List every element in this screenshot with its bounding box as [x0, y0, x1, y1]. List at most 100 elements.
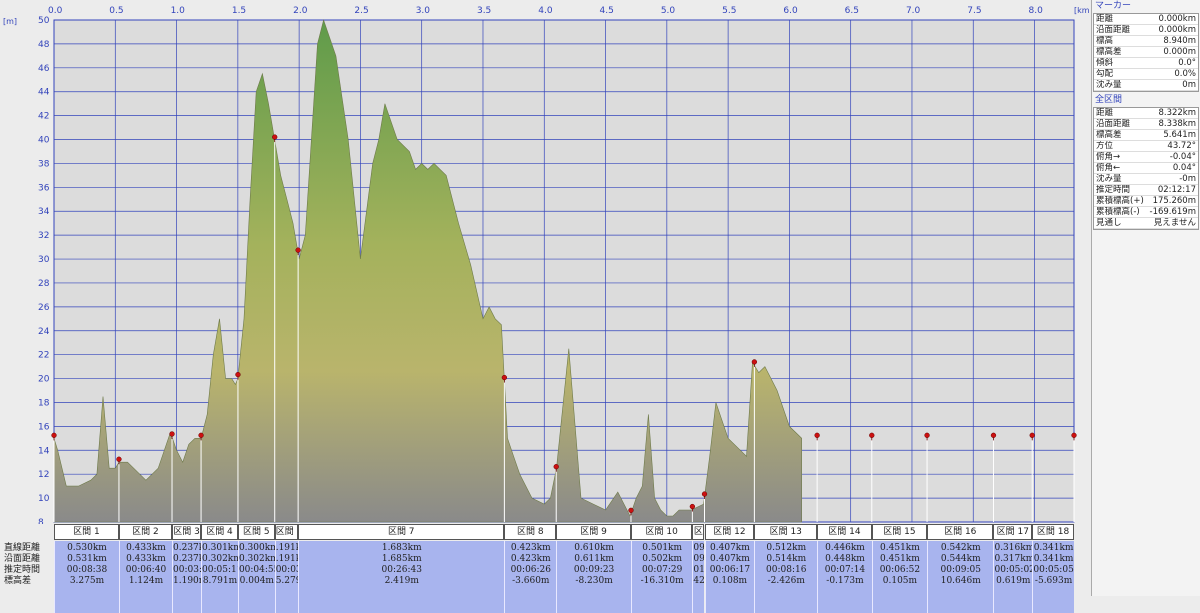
segment-surf-value: 0.302km	[202, 554, 238, 564]
waypoint-marker-icon	[51, 432, 57, 438]
row-label-elevation: 標高差	[4, 576, 32, 586]
panel-row-label: 標高差	[1096, 47, 1122, 57]
segment-header[interactable]: 区間 14	[817, 524, 872, 540]
panel-row: 距離 8.322km	[1094, 108, 1198, 119]
segment-header[interactable]: 区間 6	[274, 524, 299, 540]
segment-elev-value: 427	[693, 576, 705, 586]
panel-row-label: 距離	[1096, 14, 1114, 24]
x-tick-label: 7.5	[967, 6, 981, 16]
y-tick-label: 28	[38, 279, 50, 289]
segment-dist-value: 1.683km	[381, 543, 422, 553]
segment-header[interactable]: 区間 12	[704, 524, 755, 540]
segment-header[interactable]: 区間 4	[201, 524, 238, 540]
segment-stats[interactable]: 0.423km 0.423km 00:06:26 -3.660m	[504, 541, 557, 613]
segment-stats[interactable]: 0.530km 0.531km 00:08:38 3.275m	[54, 541, 119, 613]
segment-surf-value: 0.448km	[825, 554, 865, 564]
panel-row-label: 方位	[1096, 141, 1114, 151]
segment-time-value: 00:26:43	[381, 565, 422, 575]
segment-stats[interactable]: 0.433km 0.433km 00:06:40 1.124m	[118, 541, 172, 613]
segment-header[interactable]: 区間 18	[1032, 524, 1074, 540]
segment-header[interactable]: 区間 5	[237, 524, 275, 540]
waypoint-marker-icon	[1071, 432, 1077, 438]
segment-header[interactable]: 区間 1	[54, 524, 119, 540]
panel-row-label: 累積標高(-)	[1096, 207, 1140, 217]
elevation-profile-chart[interactable]: 8 10 12 14 16 18 20 22 24 26 28 30 32 34 36 38 40 42 44 46 4…	[0, 0, 1090, 613]
panel-row: 距離 0.000km	[1094, 14, 1198, 25]
y-tick-label: 36	[38, 183, 50, 193]
segment-stats[interactable]: 0.407km 0.407km 00:06:17 0.108m	[704, 541, 755, 613]
segment-stats[interactable]: 0.237km0.237km00:03:431.190m	[172, 541, 202, 613]
segment-header[interactable]: 区間 3	[172, 524, 202, 540]
waypoint-marker-icon	[869, 432, 875, 438]
segment-surf-value: 0.433km	[126, 554, 166, 564]
segment-elev-value: 3.275m	[69, 576, 105, 586]
panel-row: 勾配 0.0%	[1094, 69, 1198, 80]
segment-stats[interactable]: 0.446km 0.448km 00:07:14 -0.173m	[817, 541, 872, 613]
panel-row-value: 見えません	[1153, 218, 1196, 228]
waypoint-marker-icon	[553, 464, 559, 470]
y-tick-label: 14	[38, 446, 50, 456]
segment-header[interactable]: 区間 2	[118, 524, 172, 540]
y-tick-label: 50	[38, 16, 50, 26]
panel-row-label: 沈み量	[1096, 174, 1122, 184]
segment-header[interactable]: 区間 9	[556, 524, 631, 540]
segment-stats[interactable]: 0.542km 0.544km 00:09:05 10.646m	[927, 541, 994, 613]
panel-row: 沈み量 0m	[1094, 80, 1198, 91]
segment-stats[interactable]: 0.316km 0.317km 00:05:02 0.619m	[993, 541, 1033, 613]
segment-surf-value: 0.451km	[880, 554, 920, 564]
marker-panel-title: マーカー	[1092, 0, 1200, 13]
segment-stats[interactable]: .191km.191km00:03:35.279m	[274, 541, 299, 613]
profile-plot[interactable]: 8101214161820222426283032343638404244464…	[0, 0, 1090, 524]
segment-stats[interactable]: 1.683km 1.685km 00:26:43 2.419m	[298, 541, 505, 613]
segment-surf-value: 0.302km	[238, 554, 275, 564]
segment-dist-value: .191km	[275, 543, 298, 553]
waypoint-marker-icon	[689, 503, 696, 510]
segment-header[interactable]: 区間 13	[754, 524, 818, 540]
segment-elev-value: 5.279m	[275, 576, 298, 586]
waypoint-marker-icon	[751, 359, 758, 365]
segment-elev-value: -5.693m	[1034, 576, 1073, 586]
panel-row-label: 標高差	[1096, 130, 1122, 140]
segment-header[interactable]: 区間 8	[504, 524, 557, 540]
segment-elev-value: 0.108m	[712, 576, 748, 586]
y-tick-label: 24	[38, 327, 50, 337]
waypoint-marker-icon	[169, 431, 175, 437]
segment-stats[interactable]: 0.501km 0.502km 00:07:29 -16.310m	[630, 541, 693, 613]
waypoint-marker-icon	[116, 456, 122, 462]
segment-stats[interactable]: 0.512km 0.514km 00:08:16 -2.426m	[754, 541, 818, 613]
waypoint-marker-icon	[990, 432, 997, 438]
panel-row-label: 傾斜	[1096, 58, 1114, 68]
panel-row-value: 175.260m	[1152, 196, 1196, 206]
segment-header[interactable]: 区間 17	[993, 524, 1033, 540]
segment-time-value: 00:03:3	[275, 565, 298, 575]
segment-time-value: 00:05:11	[202, 565, 238, 575]
segment-surf-value: 0.341km	[1033, 554, 1074, 564]
segment-time-value: 00:08:16	[766, 565, 807, 575]
waypoint-marker-icon	[235, 371, 241, 378]
panel-row: 沈み量 -0m	[1094, 174, 1198, 185]
segment-stats[interactable]: 0.301km0.302km00:05:118.791m	[201, 541, 238, 613]
waypoint-marker-icon	[924, 432, 930, 438]
segment-stats[interactable]: 0.610km 0.611km 00:09:23 -8.230m	[556, 541, 631, 613]
panel-row-label: 俯角→	[1096, 152, 1121, 162]
panel-row: 沿面距離 8.338km	[1094, 119, 1198, 130]
segment-elev-value: 1.190m	[173, 576, 201, 586]
segment-header[interactable]: 区間 10	[630, 524, 693, 540]
x-tick-label: 2.0	[293, 6, 308, 16]
panel-row-value: 0m	[1182, 80, 1196, 90]
segment-stats[interactable]: 0.300km0.302km00:04:550.004m	[237, 541, 275, 613]
segment-stats[interactable]: 09909901:427	[692, 541, 705, 613]
segment-elev-value: 0.619m	[996, 576, 1031, 586]
segment-time-value: 00:05:05	[1033, 565, 1074, 575]
segment-header[interactable]: 区	[692, 524, 705, 540]
segment-stats[interactable]: 0.451km 0.451km 00:06:52 0.105m	[871, 541, 928, 613]
segment-header[interactable]: 区間 16	[927, 524, 994, 540]
y-tick-label: 18	[38, 398, 50, 408]
panel-row: 累積標高(+) 175.260m	[1094, 196, 1198, 207]
segment-stats[interactable]: 0.341km 0.341km 00:05:05 -5.693m	[1032, 541, 1074, 613]
segment-time-value: 00:04:55	[238, 565, 275, 575]
segment-dist-value: 0.512km	[766, 543, 807, 553]
segment-header[interactable]: 区間 15	[871, 524, 928, 540]
segment-header[interactable]: 区間 7	[298, 524, 505, 540]
panel-row: 推定時間 02:12:17	[1094, 185, 1198, 196]
